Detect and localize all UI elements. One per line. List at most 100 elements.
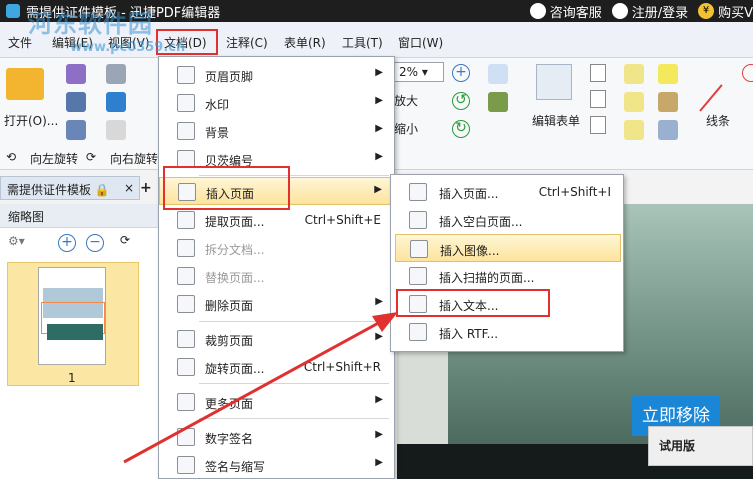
submenu-arrow-icon: ▶ — [375, 95, 383, 106]
submenu-arrow-icon: ▶ — [375, 394, 383, 405]
menu-item-rotate-page[interactable]: 旋转页面... Ctrl+Shift+R — [159, 353, 395, 381]
thumb-zoom-in-icon[interactable]: + — [58, 234, 76, 252]
sound-icon[interactable] — [658, 120, 678, 140]
thumb-rotate-icon[interactable]: ⟳ — [120, 233, 130, 247]
open-button-label[interactable]: 打开(O)... — [4, 112, 58, 129]
zoom-in-icon[interactable]: + — [452, 64, 470, 82]
add-tab-icon[interactable]: + — [140, 180, 152, 196]
submenu-arrow-icon: ▶ — [374, 184, 382, 195]
submenu-arrow-icon: ▶ — [375, 429, 383, 440]
typewriter-icon[interactable] — [624, 64, 644, 84]
document-tab[interactable]: 需提供证件模板 🔒 — [0, 176, 140, 200]
note-icon[interactable] — [658, 64, 678, 84]
menu-comment[interactable]: 注释(C) — [226, 34, 268, 51]
submenu-arrow-icon: ▶ — [375, 151, 383, 162]
submenu-arrow-icon: ▶ — [375, 67, 383, 78]
insert-text-highlight — [396, 289, 550, 317]
menu-item-digital-signature[interactable]: 数字签名 ▶ — [159, 423, 395, 451]
rotate-ccw-icon[interactable]: ↺ — [452, 92, 470, 110]
menu-separator — [199, 383, 389, 384]
line-tool-icon[interactable] — [699, 84, 723, 112]
menu-item-background[interactable]: 背景 ▶ — [159, 117, 395, 145]
lock-icon: 🔒 — [94, 183, 110, 197]
crop-page-icon — [177, 330, 195, 348]
rotate-left-label[interactable]: 向左旋转 — [30, 150, 78, 167]
menu-item-crop-page[interactable]: 裁剪页面 ▶ — [159, 325, 395, 353]
callout-icon[interactable] — [590, 116, 606, 134]
trial-badge: 试用版 — [648, 426, 753, 466]
underline-icon[interactable] — [624, 120, 644, 140]
open-folder-icon[interactable] — [6, 68, 44, 100]
buy-button[interactable]: ¥ 购买V — [698, 2, 753, 21]
rotate-right-label[interactable]: 向右旋转 — [110, 150, 158, 167]
menu-item-replace-page[interactable]: 替换页面... — [159, 262, 395, 290]
thumbnail-page-preview[interactable] — [38, 267, 106, 365]
find-icon[interactable] — [66, 120, 86, 140]
menu-item-sign-initials[interactable]: 签名与缩写 ▶ — [159, 451, 395, 479]
circle-tool-icon[interactable] — [742, 64, 753, 82]
thumb-zoom-out-icon[interactable]: − — [86, 234, 104, 252]
rotate-page-icon — [177, 358, 195, 376]
insert-page-submenu: 插入页面... Ctrl+Shift+I 插入空白页面... 插入图像... 插入… — [390, 174, 624, 352]
menu-item-watermark[interactable]: 水印 ▶ — [159, 89, 395, 117]
gear-icon[interactable]: ⚙▾ — [8, 234, 25, 248]
menu-separator — [199, 418, 389, 419]
rotate-cw-icon[interactable]: ↻ — [452, 120, 470, 138]
menu-item-split-document[interactable]: 拆分文档... — [159, 234, 395, 262]
blank-page-icon — [409, 211, 427, 229]
insert-image-icon[interactable] — [488, 92, 508, 112]
enlarge-label[interactable]: 放大 — [394, 92, 418, 109]
edit-form-icon[interactable] — [536, 64, 572, 100]
submenu-arrow-icon: ▶ — [375, 123, 383, 134]
menu-item-extract-page[interactable]: 提取页面... Ctrl+Shift+E — [159, 206, 395, 234]
titlebar-actions: 咨询客服 注册/登录 ¥ 购买V — [529, 0, 753, 22]
select-tool-icon[interactable] — [488, 64, 508, 84]
chat-icon — [529, 3, 546, 19]
coin-icon: ¥ — [698, 3, 715, 19]
thumbnail-header: 缩略图 — [0, 204, 160, 228]
shrink-label[interactable]: 缩小 — [394, 120, 418, 137]
thumbnail-toolbar: ⚙▾ + − ⟳ — [0, 228, 160, 258]
submenu-item-insert-rtf[interactable]: 插入 RTF... — [395, 318, 621, 346]
menu-tools[interactable]: 工具(T) — [342, 34, 383, 51]
zoom-combo[interactable]: 2% ▾ — [394, 62, 444, 82]
lines-label[interactable]: 线条 — [706, 112, 730, 129]
close-tab-icon[interactable]: × — [124, 181, 134, 195]
submenu-item-insert-image[interactable]: 插入图像... — [395, 234, 621, 262]
delete-page-icon — [177, 295, 195, 313]
login-button[interactable]: 注册/登录 — [611, 2, 688, 21]
document-menu: 页眉页脚 ▶ 水印 ▶ 背景 ▶ 贝茨编号 ▶ 插入页面 ▶ 提取页面... Ctrl+Sh… — [158, 56, 395, 479]
sign-initials-icon — [177, 456, 195, 474]
print-icon[interactable] — [66, 92, 86, 112]
submenu-arrow-icon: ▶ — [375, 331, 383, 342]
rotate-right-icon[interactable]: ⟳ — [86, 150, 96, 164]
digital-signature-icon — [177, 428, 195, 446]
support-button[interactable]: 咨询客服 — [529, 2, 602, 21]
save-icon[interactable] — [66, 64, 86, 84]
menu-form[interactable]: 表单(R) — [284, 34, 326, 51]
edit-form-label[interactable]: 编辑表单 — [532, 112, 580, 129]
submenu-item-insert-blank-page[interactable]: 插入空白页面... — [395, 206, 621, 234]
new-doc-icon[interactable] — [106, 120, 126, 140]
submenu-item-insert-scanned-page[interactable]: 插入扫描的页面... — [395, 262, 621, 290]
menu-separator — [199, 321, 389, 322]
site-watermark: 河东软件园 — [28, 10, 153, 38]
mail-icon[interactable] — [106, 64, 126, 84]
submenu-item-insert-pages[interactable]: 插入页面... Ctrl+Shift+I — [395, 178, 621, 206]
menu-item-more-pages[interactable]: 更多页面 ▶ — [159, 388, 395, 416]
insert-pages-icon — [409, 183, 427, 201]
text-field-icon[interactable] — [590, 64, 606, 82]
submenu-arrow-icon: ▶ — [375, 296, 383, 307]
attach-icon[interactable] — [658, 92, 678, 112]
menu-window[interactable]: 窗口(W) — [398, 34, 443, 51]
rotate-left-icon[interactable]: ⟲ — [6, 150, 16, 164]
menu-item-header-footer[interactable]: 页眉页脚 ▶ — [159, 61, 395, 89]
watermark-icon — [177, 94, 195, 112]
split-document-icon — [177, 239, 195, 257]
text-box-icon[interactable] — [590, 90, 606, 108]
menu-item-delete-page[interactable]: 删除页面 ▶ — [159, 290, 395, 318]
scan-icon[interactable] — [106, 92, 126, 112]
strikeout-icon[interactable] — [624, 92, 644, 112]
insert-image-icon — [410, 240, 428, 258]
rtf-file-icon — [409, 323, 427, 341]
